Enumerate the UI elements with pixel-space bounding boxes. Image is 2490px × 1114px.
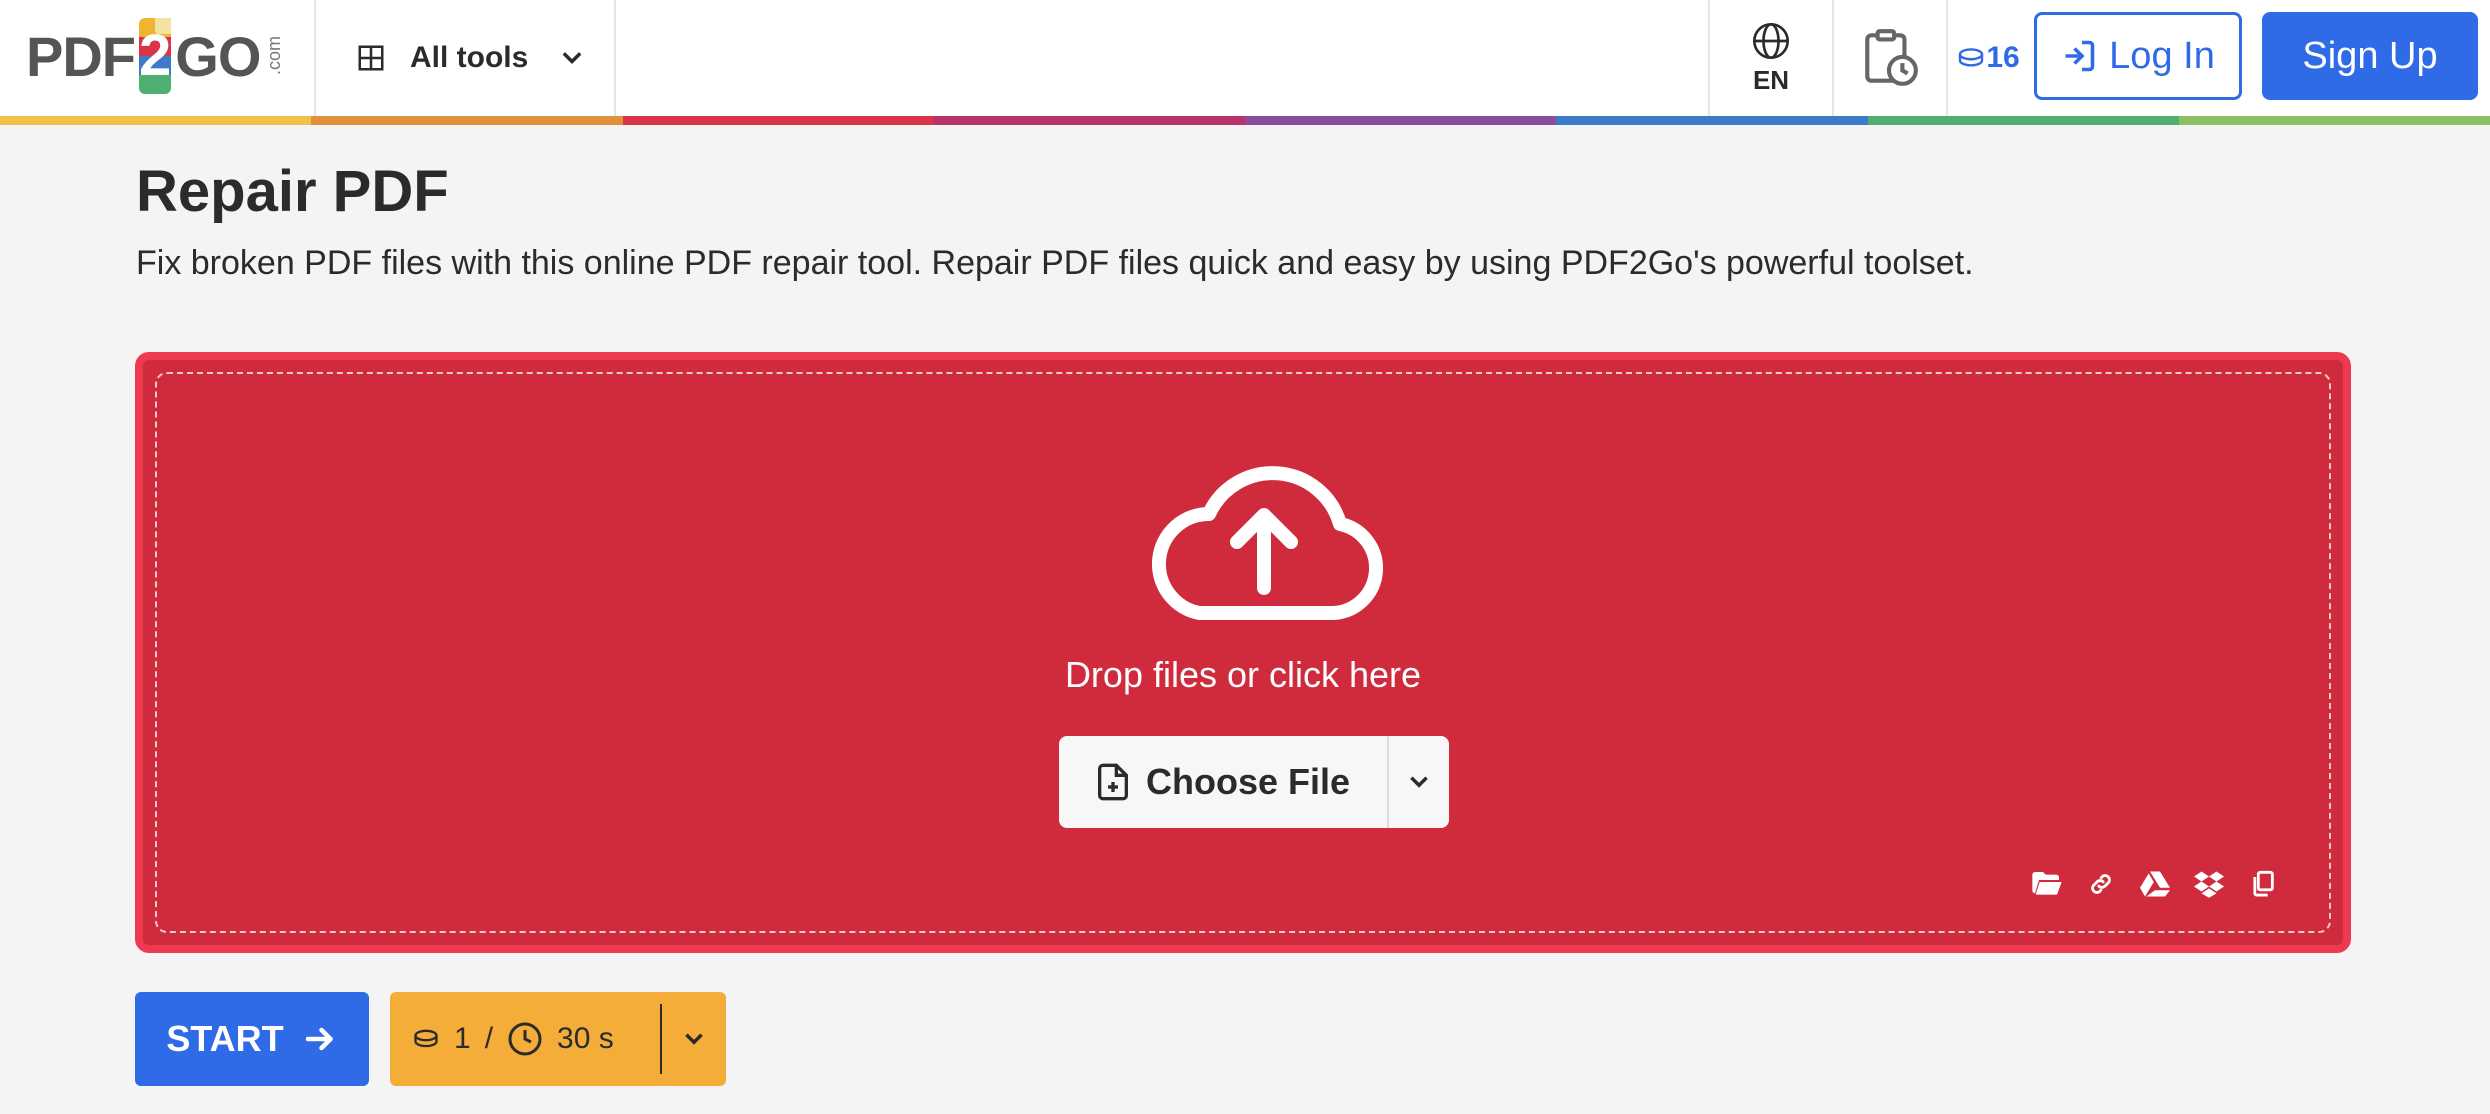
folder-icon[interactable] bbox=[2031, 868, 2063, 900]
cost-credits: 1 bbox=[454, 1022, 471, 1055]
page-title: Repair PDF bbox=[136, 159, 449, 224]
choose-file-label: Choose File bbox=[1145, 761, 1351, 802]
chevron-down-icon bbox=[685, 1033, 703, 1045]
coin-icon bbox=[414, 1029, 438, 1048]
top-header: PDF 2 GO .com All tools EN 16 Log In Sig… bbox=[0, 0, 2490, 116]
grid-icon bbox=[358, 45, 384, 71]
login-icon bbox=[2065, 40, 2095, 72]
cost-summary[interactable]: 1 / 30 s bbox=[390, 1021, 660, 1057]
file-dropzone[interactable]: Drop files or click here Choose File bbox=[135, 352, 2351, 953]
dropzone-dashed-border: Drop files or click here Choose File bbox=[155, 372, 2331, 933]
start-label: START bbox=[166, 1018, 284, 1059]
cost-dropdown[interactable] bbox=[662, 1026, 726, 1052]
start-button[interactable]: START bbox=[135, 992, 369, 1086]
choose-file-button-group: Choose File bbox=[1059, 736, 1449, 828]
logo-suffix: .com bbox=[264, 36, 285, 76]
clock-icon bbox=[508, 1022, 542, 1056]
clipboard-icon[interactable] bbox=[2247, 868, 2279, 900]
page-subtitle: Fix broken PDF files with this online PD… bbox=[136, 244, 1974, 282]
cost-time: 30 s bbox=[557, 1022, 614, 1055]
link-icon[interactable] bbox=[2085, 868, 2117, 900]
color-stripe bbox=[0, 116, 2490, 125]
clipboard-clock-icon bbox=[1865, 29, 1918, 86]
all-tools-label: All tools bbox=[410, 41, 529, 74]
logo-text-left: PDF bbox=[26, 24, 136, 88]
history-button[interactable] bbox=[1834, 0, 1946, 116]
language-code: EN bbox=[1752, 64, 1790, 95]
logo-badge: 2 bbox=[139, 18, 172, 94]
logo-text-right: GO bbox=[175, 24, 261, 88]
language-selector[interactable]: EN bbox=[1710, 0, 1832, 116]
pdf2go-logo[interactable]: PDF 2 GO .com bbox=[26, 18, 284, 94]
choose-file-dropdown[interactable] bbox=[1389, 736, 1449, 828]
chevron-down-icon bbox=[1410, 776, 1428, 788]
all-tools-menu[interactable]: All tools bbox=[316, 0, 616, 116]
choose-file-button[interactable]: Choose File bbox=[1059, 736, 1387, 828]
header-divider bbox=[614, 0, 616, 116]
credits-count: 16 bbox=[1986, 41, 2020, 74]
dropzone-prompt: Drop files or click here bbox=[1064, 654, 1422, 695]
cost-separator: / bbox=[484, 1022, 494, 1055]
credits-indicator[interactable]: 16 bbox=[1948, 0, 2028, 116]
dropbox-icon[interactable] bbox=[2193, 868, 2225, 900]
file-plus-icon bbox=[1097, 763, 1128, 801]
login-label: Log In bbox=[2109, 34, 2215, 77]
chevron-down-icon bbox=[562, 52, 582, 64]
signup-button[interactable]: Sign Up bbox=[2262, 12, 2478, 100]
globe-icon bbox=[1753, 22, 1789, 59]
cost-info-button: 1 / 30 s bbox=[390, 992, 726, 1086]
login-button[interactable]: Log In bbox=[2034, 12, 2242, 100]
cloud-upload-icon bbox=[1151, 466, 1383, 620]
upload-sources bbox=[2031, 868, 2279, 900]
arrow-right-icon bbox=[305, 1027, 333, 1051]
google-drive-icon[interactable] bbox=[2139, 868, 2171, 900]
coin-icon bbox=[1959, 48, 1984, 67]
signup-label: Sign Up bbox=[2302, 34, 2438, 77]
